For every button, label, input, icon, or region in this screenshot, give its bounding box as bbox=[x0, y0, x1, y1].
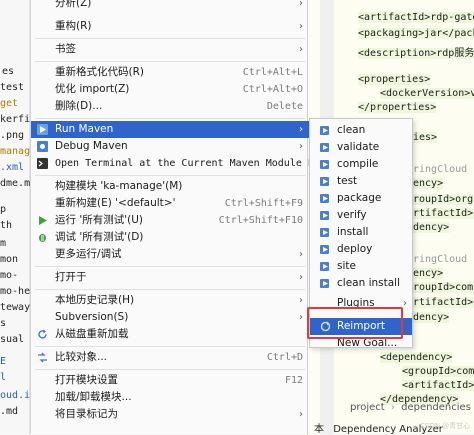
tree-item[interactable]: l bbox=[0, 372, 6, 383]
menu-item-more-run-debug[interactable]: 更多运行/调试 › bbox=[31, 246, 309, 263]
code-line[interactable]: </properties> bbox=[358, 102, 437, 113]
code-line[interactable]: <dockerVersion>v1 bbox=[380, 88, 474, 99]
code-line[interactable]: <properties> bbox=[358, 74, 431, 85]
code-line[interactable]: ringCloud bbox=[413, 164, 467, 175]
code-line[interactable]: rtifactId>s bbox=[413, 208, 474, 219]
code-line[interactable]: roupId>com. bbox=[413, 282, 474, 293]
submenu-item-install[interactable]: install bbox=[310, 224, 412, 241]
code-line[interactable]: <groupId>com. bbox=[402, 366, 474, 377]
code-line[interactable]: ency> bbox=[413, 268, 444, 279]
maven-goal-icon bbox=[320, 194, 329, 203]
menu-item-subversion[interactable]: Subversion(S) › bbox=[31, 309, 309, 326]
reload-icon bbox=[38, 329, 47, 339]
submenu-item-test[interactable]: test bbox=[310, 173, 412, 190]
submenu-item-deploy[interactable]: deploy bbox=[310, 241, 412, 258]
menu-item-run-all-tests[interactable]: 运行 '所有测试'(U) Ctrl+Shift+F10 bbox=[31, 212, 309, 229]
tree-item[interactable]: th bbox=[0, 220, 12, 231]
code-line[interactable]: ency> bbox=[413, 178, 444, 189]
tree-item[interactable]: .png bbox=[0, 130, 24, 141]
debug-bug-icon bbox=[39, 234, 46, 242]
tree-item[interactable]: get bbox=[0, 98, 18, 109]
breadcrumb-project[interactable]: project bbox=[350, 402, 385, 413]
tree-item[interactable]: mo- bbox=[0, 270, 18, 281]
tree-item[interactable]: test bbox=[0, 82, 24, 93]
tab-text-prefix[interactable]: 本 bbox=[314, 424, 324, 435]
menu-item-reload-from-disk[interactable]: 从磁盘重新加载 bbox=[31, 326, 309, 343]
code-line[interactable]: rtifactId>r bbox=[413, 297, 474, 308]
submenu-item-verify[interactable]: verify bbox=[310, 207, 412, 224]
code-line[interactable]: dency> bbox=[413, 222, 450, 233]
maven-goal-icon bbox=[320, 160, 329, 169]
code-line[interactable]: <dependency> bbox=[380, 352, 453, 363]
highlight-box bbox=[307, 307, 403, 339]
watermark: CSDN @青甘心 bbox=[420, 422, 471, 430]
maven-goal-icon bbox=[320, 211, 329, 220]
submenu-item-clean[interactable]: clean bbox=[310, 122, 412, 139]
submenu-item-clean-install[interactable]: clean install bbox=[310, 275, 412, 292]
tree-item[interactable]: kerfi bbox=[0, 114, 30, 125]
code-line[interactable]: <artifactId>rdp-gatew bbox=[358, 12, 474, 23]
tree-item[interactable]: manag bbox=[0, 146, 30, 157]
tree-item[interactable]: teway bbox=[0, 302, 30, 313]
menu-item-compare-with[interactable]: 比较对象... Ctrl+D bbox=[31, 349, 309, 366]
submenu-item-package[interactable]: package bbox=[310, 190, 412, 207]
breadcrumb-dependencies[interactable]: dependencies bbox=[401, 402, 471, 413]
submenu-item-site[interactable]: site bbox=[310, 258, 412, 275]
maven-goal-icon bbox=[320, 245, 329, 254]
menu-item-mark-directory-as[interactable]: 将目录标记为 › bbox=[31, 406, 309, 423]
menu-item-run-maven[interactable]: Run Maven › bbox=[31, 121, 309, 138]
run-icon bbox=[39, 216, 47, 225]
menu-item-refactor[interactable]: 重构(R) › bbox=[31, 18, 309, 35]
code-line[interactable]: ringCloud bbox=[413, 254, 467, 265]
menu-item-local-history[interactable]: 本地历史记录(H) › bbox=[31, 292, 309, 309]
maven-run-icon bbox=[37, 124, 48, 135]
maven-goal-icon bbox=[320, 279, 329, 288]
tree-item[interactable]: oud.i bbox=[0, 390, 30, 401]
tree-item[interactable]: es bbox=[2, 66, 14, 77]
code-line[interactable]: <artifactId>s bbox=[402, 380, 474, 391]
menu-item-debug-all-tests[interactable]: 调试 '所有测试'(D) bbox=[31, 229, 309, 246]
tree-item[interactable]: E bbox=[0, 356, 6, 367]
menu-item-optimize-imports[interactable]: 优化 import(Z) Ctrl+Alt+O bbox=[31, 81, 309, 98]
maven-goal-icon bbox=[320, 228, 329, 237]
menu-item-rebuild[interactable]: 重新构建(E) '<default>' Ctrl+Shift+F9 bbox=[31, 195, 309, 212]
submenu-item-compile[interactable]: compile bbox=[310, 156, 412, 173]
tree-item[interactable]: s bbox=[0, 318, 6, 329]
maven-goal-icon bbox=[320, 126, 329, 135]
code-line[interactable]: roupId>org. bbox=[413, 194, 474, 205]
tree-item[interactable]: mo-he bbox=[0, 286, 30, 297]
code-line[interactable]: dency> bbox=[413, 312, 450, 323]
code-line[interactable]: ies> bbox=[413, 132, 438, 143]
code-line[interactable]: <description>rdp服务网 bbox=[358, 44, 474, 59]
compare-icon bbox=[38, 352, 47, 363]
tree-item[interactable]: .xml bbox=[0, 162, 24, 173]
menu-item-reformat-code[interactable]: 重新格式化代码(R) Ctrl+Alt+L bbox=[31, 64, 309, 81]
context-menu: 分析(Z) › 重构(R) › 书签 › 重新格式化代码(R) Ctrl+Alt+L 优… bbox=[30, 0, 332, 434]
maven-goal-icon bbox=[320, 262, 329, 271]
menu-item-load-unload-modules[interactable]: 加载/卸载模块... bbox=[31, 389, 309, 406]
tree-item[interactable]: p bbox=[0, 204, 6, 215]
maven-goal-icon bbox=[320, 177, 329, 186]
menu-item-analyze[interactable]: 分析(Z) › bbox=[31, 0, 309, 12]
code-line[interactable]: <packaging>jar</packa bbox=[358, 28, 474, 39]
tree-item[interactable]: dme.m bbox=[0, 178, 30, 189]
menu-item-module-settings[interactable]: 打开模块设置 F12 bbox=[31, 372, 309, 389]
menu-item-bookmarks[interactable]: 书签 › bbox=[31, 41, 309, 58]
menu-item-delete[interactable]: 删除(D)... Delete bbox=[31, 98, 309, 115]
maven-debug-icon bbox=[37, 141, 48, 152]
editor-breadcrumb: project › dependencies bbox=[350, 402, 471, 413]
maven-goal-icon bbox=[320, 143, 329, 152]
menu-item-build-module[interactable]: 构建模块 'ka-manage'(M) bbox=[31, 178, 309, 195]
menu-item-open-terminal[interactable]: Open Terminal at the Current Maven Modul… bbox=[31, 155, 332, 172]
menu-item-debug-maven[interactable]: Debug Maven › bbox=[31, 138, 309, 155]
terminal-icon bbox=[37, 158, 48, 169]
tree-item[interactable]: mon bbox=[0, 254, 18, 265]
menu-item-open-in[interactable]: 打开于 › bbox=[31, 269, 309, 286]
tree-item[interactable]: sual bbox=[0, 334, 24, 345]
tree-item[interactable]: m bbox=[0, 238, 6, 249]
tree-item[interactable]: .md bbox=[0, 406, 18, 417]
submenu-item-validate[interactable]: validate bbox=[310, 139, 412, 156]
